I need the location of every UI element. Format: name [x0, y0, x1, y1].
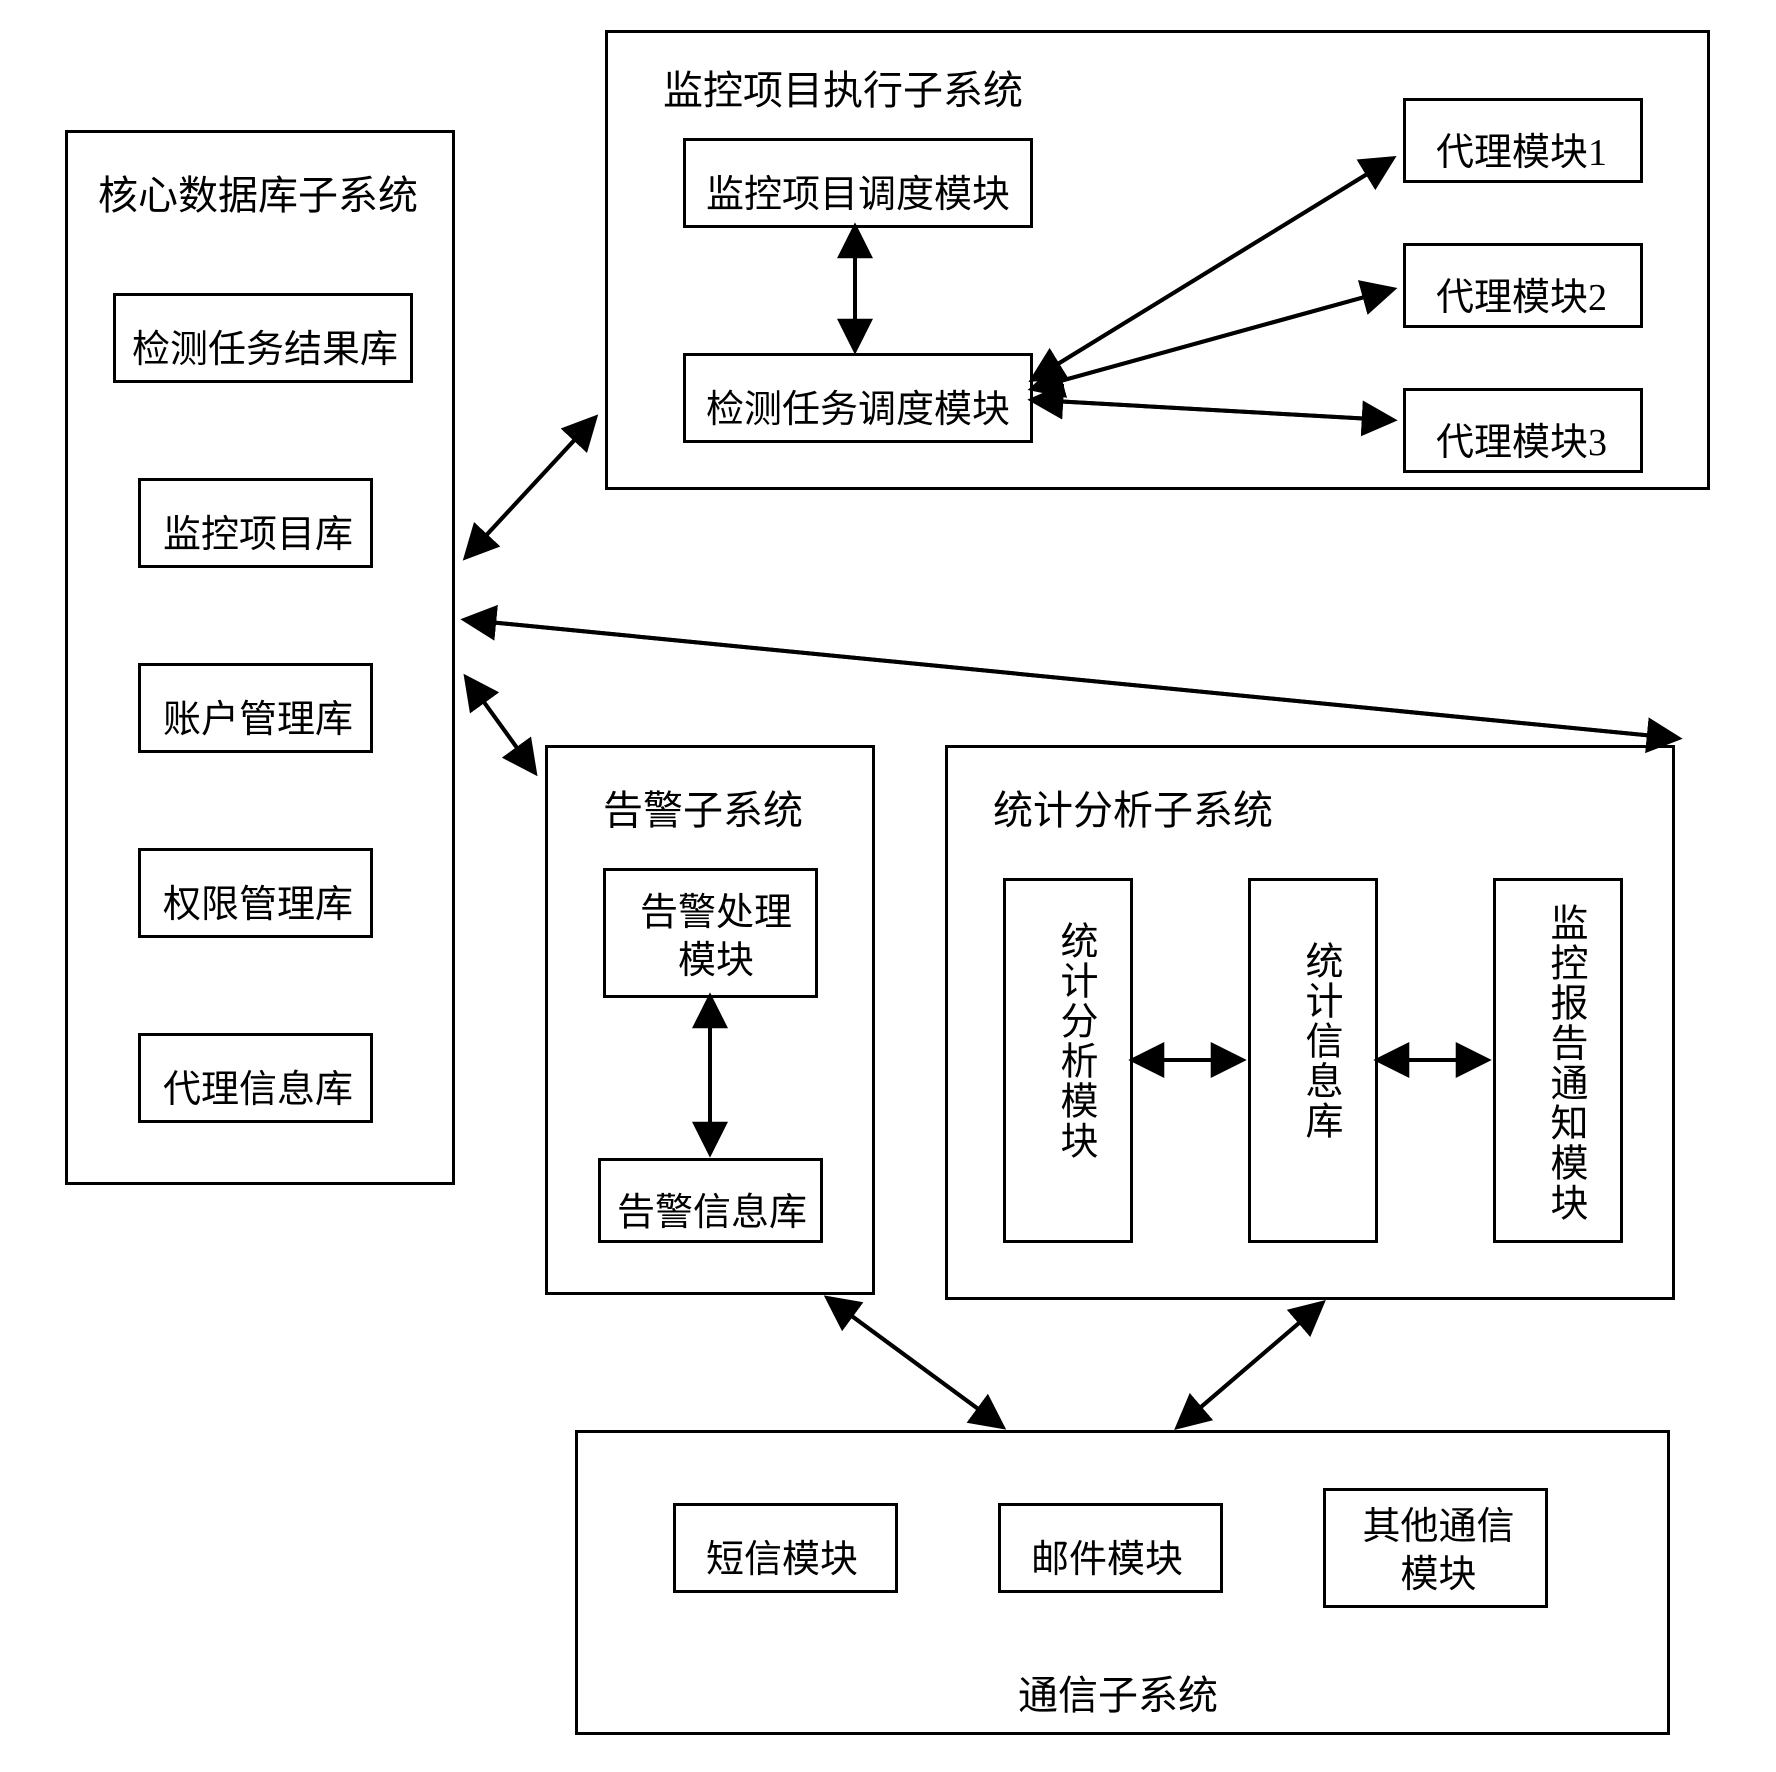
exec-agent-2-label: 代理模块2: [1436, 266, 1607, 321]
exec-subsystem: 监控项目执行子系统 监控项目调度模块 检测任务调度模块 代理模块1 代理模块2 …: [605, 30, 1710, 490]
exec-sched1-label: 监控项目调度模块: [706, 163, 1010, 218]
exec-agent-3-label: 代理模块3: [1436, 411, 1607, 466]
comm-mod-3-label: 其他通信模块: [1351, 1503, 1526, 1599]
core-db-title: 核心数据库子系统: [98, 163, 418, 221]
alarm-store: 告警信息库: [598, 1158, 823, 1243]
comm-mod-1-label: 短信模块: [706, 1528, 858, 1583]
exec-agent-3: 代理模块3: [1403, 388, 1643, 473]
exec-sched2: 检测任务调度模块: [683, 353, 1033, 443]
stats-title: 统计分析子系统: [993, 778, 1273, 836]
stats-mod-3-label: 监控报告通知模块: [1538, 903, 1593, 1223]
stats-mod-2-label: 统计信息库: [1293, 941, 1348, 1141]
alarm-store-label: 告警信息库: [617, 1181, 807, 1236]
stats-mod-1-label: 统计分析模块: [1048, 921, 1103, 1161]
stats-mod-1: 统计分析模块: [1003, 878, 1133, 1243]
alarm-subsystem: 告警子系统 告警处理模块 告警信息库: [545, 745, 875, 1295]
exec-agent-1-label: 代理模块1: [1436, 121, 1607, 176]
core-db-item-2: 账户管理库: [138, 663, 373, 753]
stats-mod-2: 统计信息库: [1248, 878, 1378, 1243]
diagram-canvas: 核心数据库子系统 检测任务结果库 监控项目库 账户管理库 权限管理库 代理信息库…: [0, 0, 1776, 1772]
core-db-item-1-label: 监控项目库: [163, 503, 353, 558]
alarm-proc-label: 告警处理模块: [631, 889, 801, 985]
exec-agent-2: 代理模块2: [1403, 243, 1643, 328]
stats-mod-3: 监控报告通知模块: [1493, 878, 1623, 1243]
comm-mod-1: 短信模块: [673, 1503, 898, 1593]
exec-sched2-label: 检测任务调度模块: [706, 378, 1010, 433]
core-db-item-0-label: 检测任务结果库: [132, 318, 398, 373]
core-db-item-2-label: 账户管理库: [163, 688, 353, 743]
core-db-item-4: 代理信息库: [138, 1033, 373, 1123]
core-db-item-1: 监控项目库: [138, 478, 373, 568]
comm-mod-2-label: 邮件模块: [1031, 1528, 1183, 1583]
alarm-proc: 告警处理模块: [603, 868, 818, 998]
core-db-item-4-label: 代理信息库: [163, 1058, 353, 1113]
core-db-subsystem: 核心数据库子系统 检测任务结果库 监控项目库 账户管理库 权限管理库 代理信息库: [65, 130, 455, 1185]
comm-title: 通信子系统: [1018, 1663, 1218, 1721]
core-db-item-3: 权限管理库: [138, 848, 373, 938]
stats-subsystem: 统计分析子系统 统计分析模块 统计信息库 监控报告通知模块: [945, 745, 1675, 1300]
alarm-title: 告警子系统: [603, 778, 803, 836]
exec-title: 监控项目执行子系统: [663, 58, 1023, 116]
exec-agent-1: 代理模块1: [1403, 98, 1643, 183]
comm-mod-2: 邮件模块: [998, 1503, 1223, 1593]
comm-mod-3: 其他通信模块: [1323, 1488, 1548, 1608]
core-db-item-3-label: 权限管理库: [163, 873, 353, 928]
comm-subsystem: 短信模块 邮件模块 其他通信模块 通信子系统: [575, 1430, 1670, 1735]
core-db-item-0: 检测任务结果库: [113, 293, 413, 383]
exec-sched1: 监控项目调度模块: [683, 138, 1033, 228]
